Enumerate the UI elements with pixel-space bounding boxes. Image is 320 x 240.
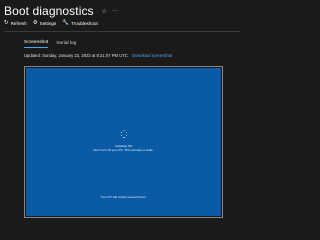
spinner-dot <box>123 136 125 138</box>
gear-icon: ⚙ <box>32 20 38 26</box>
spinner-dot <box>123 130 125 132</box>
spinner-dot <box>120 134 122 137</box>
troubleshoot-button[interactable]: 🔧 Troubleshoot <box>62 20 98 26</box>
more-icon[interactable]: ··· <box>112 8 118 14</box>
troubleshoot-label: Troubleshoot <box>71 20 98 26</box>
updated-text: Updated: Sunday, January 22, 2023 at 8:2… <box>24 53 128 58</box>
page-title: Boot diagnostics <box>4 4 94 18</box>
toolbar-divider <box>4 31 240 32</box>
spinner-dot <box>126 134 128 137</box>
settings-button[interactable]: ⚙ Settings <box>33 20 57 26</box>
tab-serial-log[interactable]: Serial log <box>56 41 76 48</box>
update-warning-text: Don't turn off your PC. This will take a… <box>93 148 154 152</box>
boot-screenshot: Updating 0% Don't turn off your PC. This… <box>24 66 223 218</box>
spinner-dot <box>120 131 122 134</box>
refresh-label: Refresh <box>10 20 27 26</box>
updated-status: Updated: Sunday, January 22, 2023 at 8:2… <box>24 53 172 58</box>
download-screenshot-link[interactable]: Download screenshot <box>132 53 172 58</box>
tab-bar: Screenshot Serial log <box>24 40 76 48</box>
refresh-button[interactable]: ↻ Refresh <box>4 20 27 26</box>
refresh-icon: ↻ <box>4 20 9 26</box>
wrench-icon: 🔧 <box>62 20 70 26</box>
screenshot-canvas: Updating 0% Don't turn off your PC. This… <box>26 68 221 216</box>
loading-spinner-icon <box>120 130 128 138</box>
settings-label: Settings <box>39 20 57 26</box>
restart-notice-text: Your PC will restart several times. <box>100 195 147 199</box>
title-icons: ☆ ··· <box>102 8 118 15</box>
tab-screenshot[interactable]: Screenshot <box>24 40 49 48</box>
spinner-dot <box>126 131 128 134</box>
pin-icon[interactable]: ☆ <box>102 8 107 15</box>
toolbar: ↻ Refresh ⚙ Settings 🔧 Troubleshoot <box>4 17 98 29</box>
